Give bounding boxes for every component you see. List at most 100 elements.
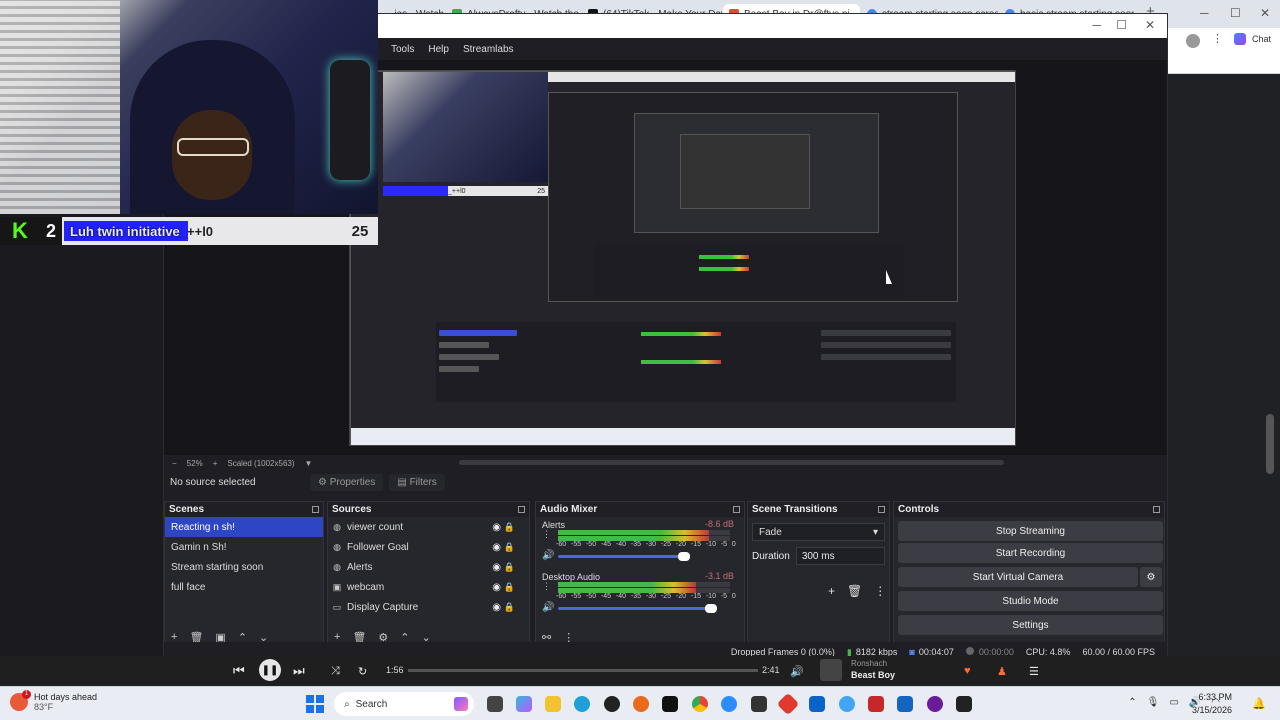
menu-dots-icon[interactable]: ⋮	[874, 584, 886, 598]
minimize-icon[interactable]: ─	[1092, 18, 1101, 32]
undock-icon[interactable]	[878, 506, 885, 513]
source-item[interactable]: ◍ viewer count ◉ 🔒	[328, 517, 529, 537]
person-icon[interactable]: ♟	[997, 665, 1007, 678]
outlook-icon[interactable]	[897, 696, 913, 712]
preview-canvas[interactable]: _++l0 25	[349, 70, 1016, 446]
settings-button[interactable]: Settings	[898, 615, 1163, 635]
slider-knob[interactable]	[678, 552, 690, 561]
speaker-icon[interactable]: 🔊	[542, 602, 554, 613]
app-icon[interactable]	[839, 696, 855, 712]
scene-item[interactable]: Gamin n Sh!	[165, 537, 323, 557]
filters-button[interactable]: ▤ Filters	[389, 473, 445, 491]
start-button[interactable]	[306, 695, 324, 713]
lock-icon[interactable]: 🔒	[504, 542, 515, 553]
source-item[interactable]: ◍ Alerts ◉ 🔒	[328, 557, 529, 577]
eye-icon[interactable]: ◉	[492, 602, 501, 613]
obs-icon[interactable]	[604, 696, 620, 712]
menu-dots-icon[interactable]: ⋮	[1212, 32, 1223, 45]
speaker-icon[interactable]: 🔊	[542, 550, 554, 561]
file-explorer-icon[interactable]	[545, 696, 561, 712]
undock-icon[interactable]	[312, 506, 319, 513]
menu-dots-icon[interactable]: ⋮	[542, 529, 551, 540]
zoom-icon[interactable]	[721, 696, 737, 712]
edge-icon[interactable]	[574, 696, 590, 712]
start-virtual-camera-button[interactable]: Start Virtual Camera	[898, 567, 1138, 587]
source-item[interactable]: ◍ Follower Goal ◉ 🔒	[328, 537, 529, 557]
menu-streamlabs[interactable]: Streamlabs	[463, 44, 514, 55]
scene-item[interactable]: full face	[165, 577, 323, 597]
source-item[interactable]: ▣ webcam ◉ 🔒	[328, 577, 529, 597]
lock-icon[interactable]: 🔒	[504, 602, 515, 613]
trash-icon[interactable]: 🗑	[847, 584, 862, 598]
menu-tools[interactable]: Tools	[391, 44, 414, 55]
eye-icon[interactable]: ◉	[492, 562, 501, 573]
properties-button[interactable]: ⚙ Properties	[310, 473, 384, 491]
preview-scrollbar[interactable]	[459, 460, 1004, 465]
chevron-down-icon[interactable]: ▼	[305, 459, 313, 468]
close-icon[interactable]: ✕	[1145, 18, 1155, 32]
capcut-icon[interactable]	[751, 696, 767, 712]
start-recording-button[interactable]: Start Recording	[898, 543, 1163, 563]
pause-button[interactable]: ❚❚	[259, 659, 281, 681]
tiktok-icon[interactable]	[662, 696, 678, 712]
chevron-up-icon[interactable]: ⌃	[1128, 697, 1136, 708]
undock-icon[interactable]	[733, 506, 740, 513]
volume-slider[interactable]	[558, 604, 717, 613]
close-window-icon[interactable]: ✕	[1260, 6, 1270, 20]
volume-slider[interactable]	[558, 552, 690, 561]
scene-item[interactable]: Reacting n sh!	[165, 517, 323, 537]
taskbar-search[interactable]: ⌕ Search	[334, 692, 474, 716]
seek-bar[interactable]	[408, 669, 758, 672]
zoom-in-button[interactable]: +	[213, 459, 218, 468]
volume-icon[interactable]: 🔊	[790, 665, 804, 678]
copilot-icon[interactable]	[516, 696, 532, 712]
scene-item[interactable]: Stream starting soon	[165, 557, 323, 577]
slider-knob[interactable]	[705, 604, 717, 613]
transition-select[interactable]: Fade ▾	[752, 523, 885, 541]
eye-icon[interactable]: ◉	[492, 522, 501, 533]
minimize-icon[interactable]: ─	[1200, 6, 1209, 20]
menu-dots-icon[interactable]: ⋮	[542, 581, 551, 592]
store-icon[interactable]	[809, 696, 825, 712]
maximize-icon[interactable]: ☐	[1230, 6, 1241, 20]
eye-icon[interactable]: ◉	[492, 542, 501, 553]
artist-name: Ronshach	[851, 659, 888, 668]
duration-input[interactable]: 300 ms	[795, 547, 885, 565]
next-icon[interactable]: ⏭	[293, 663, 305, 679]
meter-tick: -25	[660, 541, 672, 548]
zoom-out-button[interactable]: −	[172, 459, 177, 468]
app-icon[interactable]	[776, 692, 800, 716]
app-icon[interactable]	[927, 696, 943, 712]
source-item[interactable]: ▭ Display Capture ◉ 🔒	[328, 597, 529, 617]
app-icon[interactable]	[868, 696, 884, 712]
stop-streaming-button[interactable]: Stop Streaming	[898, 521, 1163, 541]
clock[interactable]: 6:33 PM 3/15/2026	[1192, 691, 1232, 717]
lock-icon[interactable]: 🔒	[504, 562, 515, 573]
lock-icon[interactable]: 🔒	[504, 522, 515, 533]
weather-widget[interactable]: 1 Hot days ahead 83°F	[10, 690, 97, 712]
notifications-icon[interactable]: 🔔	[1252, 697, 1266, 710]
repeat-icon[interactable]: ↻	[358, 665, 367, 678]
battery-icon[interactable]: ▭	[1169, 697, 1178, 708]
undock-icon[interactable]	[1153, 506, 1160, 513]
eye-icon[interactable]: ◉	[492, 582, 501, 593]
studio-mode-button[interactable]: Studio Mode	[898, 591, 1163, 611]
maximize-icon[interactable]: ☐	[1116, 18, 1127, 32]
heart-icon[interactable]: ♥	[964, 665, 971, 677]
task-view-icon[interactable]	[487, 696, 503, 712]
chat-button[interactable]: Chat	[1252, 34, 1271, 44]
chrome-icon[interactable]	[692, 696, 708, 712]
lock-icon[interactable]: 🔒	[504, 582, 515, 593]
undock-icon[interactable]	[518, 506, 525, 513]
profile-avatar[interactable]	[1186, 34, 1200, 48]
virtual-camera-settings-button[interactable]: ⚙	[1140, 567, 1162, 587]
scrollbar[interactable]	[1266, 414, 1274, 474]
terminal-icon[interactable]	[956, 696, 972, 712]
shuffle-icon[interactable]: ⤨	[331, 665, 340, 678]
add-icon[interactable]: +	[828, 584, 835, 598]
previous-icon[interactable]: ⏮	[233, 663, 245, 679]
firefox-icon[interactable]	[633, 696, 649, 712]
microphone-icon[interactable]: 🎙	[1147, 697, 1160, 708]
queue-icon[interactable]: ☰	[1029, 665, 1039, 678]
menu-help[interactable]: Help	[428, 44, 449, 55]
